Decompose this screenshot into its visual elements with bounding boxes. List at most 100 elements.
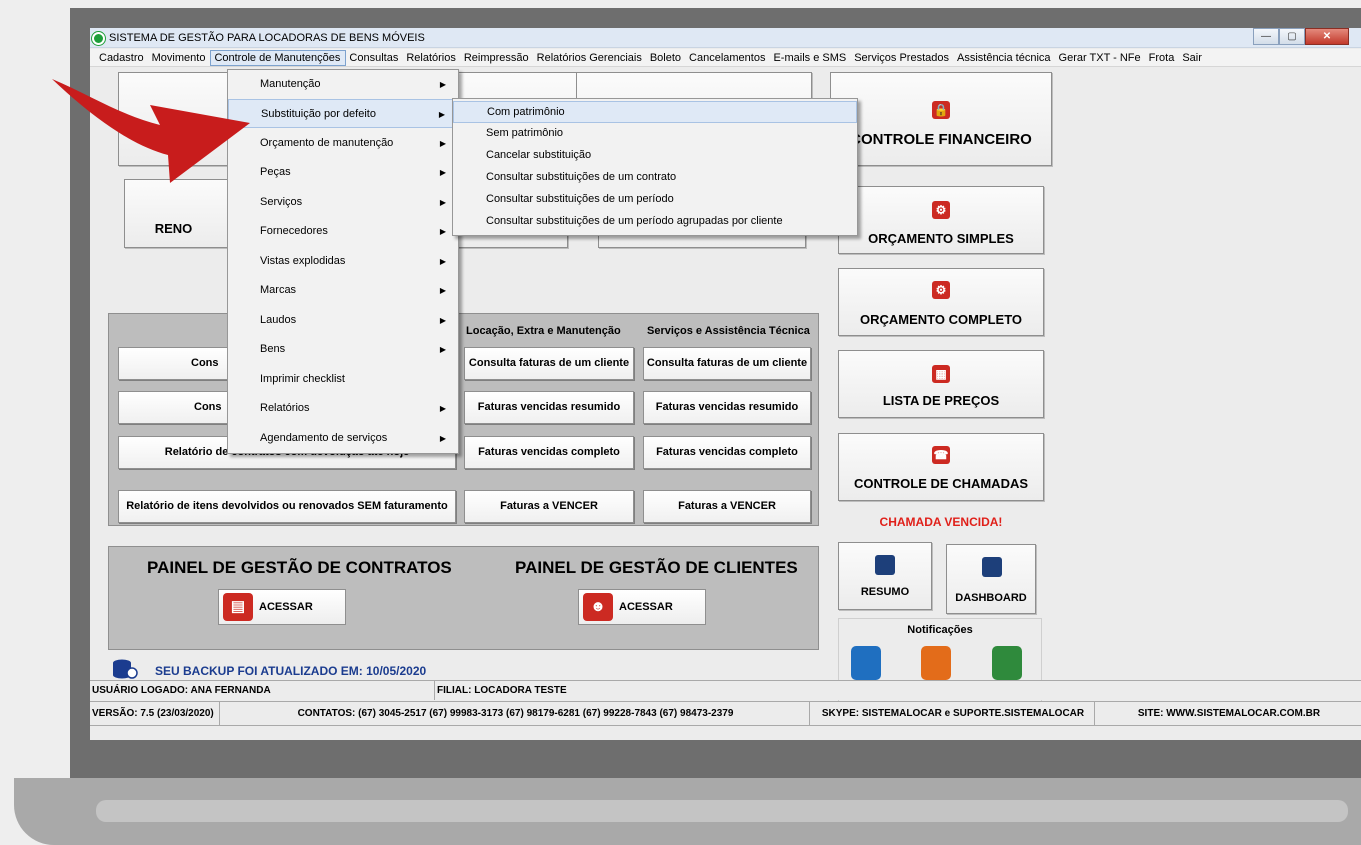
- gear-icon: ⚙: [932, 281, 950, 299]
- sub-consultar-periodo[interactable]: Consultar substituições de um período: [453, 189, 857, 211]
- site: SITE: WWW.SISTEMALOCAR.COM.BR: [1137, 708, 1321, 719]
- menu-frota[interactable]: Frota: [1146, 51, 1180, 65]
- clipboard-icon: [875, 555, 895, 575]
- dd-servicos[interactable]: Serviços ▶: [228, 188, 458, 217]
- phone-icon: ☎: [932, 446, 950, 464]
- lista-precos-label: LISTA DE PREÇOS: [882, 393, 1000, 408]
- menu-controle-manutencoes[interactable]: Controle de Manutenções: [210, 49, 347, 66]
- menu-consultas[interactable]: Consultas: [346, 51, 403, 65]
- submenu-arrow-icon: ▶: [439, 227, 446, 236]
- consulta-faturas-cliente-servicos-button[interactable]: Consulta faturas de um cliente: [643, 347, 811, 380]
- database-icon: [113, 659, 138, 679]
- dd-orcamento-manutencao[interactable]: Orçamento de manutenção ▶: [228, 129, 458, 158]
- gestao-clientes-title: PAINEL DE GESTÃO DE CLIENTES: [515, 558, 798, 577]
- resumo-button[interactable]: RESUMO: [838, 542, 932, 610]
- menu-cancelamentos[interactable]: Cancelamentos: [686, 51, 770, 65]
- dd-substituicao-label: Substituição por defeito: [261, 108, 376, 120]
- acessar-contratos-label: ACESSAR: [259, 601, 313, 613]
- controle-chamadas-label: CONTROLE DE CHAMADAS: [853, 476, 1029, 491]
- app-icon: [92, 32, 105, 45]
- dd-agendamento-label: Agendamento de serviços: [260, 432, 388, 444]
- dd-fornecedores[interactable]: Fornecedores ▶: [228, 217, 458, 246]
- reports-panel: Locação, Extra e Manutenção Serviços e A…: [108, 313, 819, 526]
- submenu-arrow-icon: ▶: [439, 404, 446, 413]
- relatorio-itens-devolvidos-button[interactable]: Relatório de itens devolvidos ou renovad…: [118, 490, 456, 523]
- sub-consultar-periodo-cliente[interactable]: Consultar substituições de um período ag…: [453, 211, 857, 233]
- submenu-arrow-icon: ▶: [439, 80, 446, 89]
- submenu-arrow-icon: ▶: [439, 345, 446, 354]
- faturas-vencidas-completo-servicos-button[interactable]: Faturas vencidas completo: [643, 436, 811, 469]
- menu-movimento[interactable]: Movimento: [149, 51, 211, 65]
- controle-financeiro-label: CONTROLE FINANCEIRO: [850, 131, 1032, 148]
- dd-bens[interactable]: Bens ▶: [228, 335, 458, 364]
- orcamento-completo-button[interactable]: ⚙ ORÇAMENTO COMPLETO: [838, 268, 1044, 336]
- lock-icon: 🔒: [932, 101, 950, 119]
- sub-sem-patrimonio[interactable]: Sem patrimônio: [453, 123, 857, 145]
- close-button[interactable]: ✕: [1305, 28, 1349, 45]
- dashboard-button[interactable]: DASHBOARD: [946, 544, 1036, 614]
- skype: SKYPE: SISTEMALOCAR e SUPORTE.SISTEMALOC…: [810, 702, 1095, 725]
- col-servicos-heading: Serviços e Assistência Técnica: [647, 325, 810, 337]
- usuario-logado: USUÁRIO LOGADO: ANA FERNANDA: [90, 681, 435, 700]
- dd-pecas[interactable]: Peças ▶: [228, 158, 458, 187]
- dd-agendamento-servicos[interactable]: Agendamento de serviços ▶: [228, 424, 458, 453]
- menu-gerar-txt-nfe[interactable]: Gerar TXT - NFe: [1056, 51, 1146, 65]
- faturas-vencidas-completo-locacao-button[interactable]: Faturas vencidas completo: [464, 436, 634, 469]
- controle-manutencoes-dropdown: Manutenção ▶ Substituição por defeito ▶ Or…: [227, 69, 459, 454]
- dd-imprimir-label: Imprimir checklist: [260, 373, 345, 385]
- faturas-vencidas-resumido-servicos-button[interactable]: Faturas vencidas resumido: [643, 391, 811, 424]
- dd-bens-label: Bens: [260, 343, 286, 355]
- dd-vistas-label: Vistas explodidas: [260, 255, 346, 267]
- status-bar-user: USUÁRIO LOGADO: ANA FERNANDA FILIAL: LOC…: [90, 680, 1361, 700]
- dd-marcas[interactable]: Marcas ▶: [228, 276, 458, 305]
- faturas-vencidas-resumido-locacao-button[interactable]: Faturas vencidas resumido: [464, 391, 634, 424]
- sub-cancelar-substituicao[interactable]: Cancelar substituição: [453, 145, 857, 167]
- orcamento-simples-button[interactable]: ⚙ ORÇAMENTO SIMPLES: [838, 186, 1044, 254]
- faturas-vencer-locacao-button[interactable]: Faturas a VENCER: [464, 490, 634, 523]
- menu-boleto[interactable]: Boleto: [647, 51, 686, 65]
- menu-servicos-prestados[interactable]: Serviços Prestados: [851, 51, 954, 65]
- dd-substituicao-defeito[interactable]: Substituição por defeito ▶: [228, 99, 458, 128]
- orcamento-simples-label: ORÇAMENTO SIMPLES: [868, 231, 1014, 246]
- lista-precos-button[interactable]: ▦ LISTA DE PREÇOS: [838, 350, 1044, 418]
- menu-emails-sms[interactable]: E-mails e SMS: [770, 51, 851, 65]
- contatos: CONTATOS: (67) 3045-2517 (67) 99983-3173…: [220, 702, 810, 725]
- dd-vistas-explodidas[interactable]: Vistas explodidas ▶: [228, 247, 458, 276]
- dd-imprimir-checklist[interactable]: Imprimir checklist: [228, 365, 458, 394]
- filial: FILIAL: LOCADORA TESTE: [437, 685, 567, 696]
- menu-assistencia-tecnica[interactable]: Assistência técnica: [954, 51, 1056, 65]
- dd-manutencao-label: Manutenção: [260, 78, 321, 90]
- acessar-clientes-button[interactable]: ☻ ACESSAR: [578, 589, 706, 625]
- dd-laudos[interactable]: Laudos ▶: [228, 306, 458, 335]
- dd-relatorios[interactable]: Relatórios ▶: [228, 394, 458, 423]
- gestao-panel: PAINEL DE GESTÃO DE CONTRATOS PAINEL DE …: [108, 546, 819, 650]
- menu-relatorios-gerenciais[interactable]: Relatórios Gerenciais: [534, 51, 647, 65]
- controle-chamadas-button[interactable]: ☎ CONTROLE DE CHAMADAS: [838, 433, 1044, 501]
- faturas-vencer-servicos-button[interactable]: Faturas a VENCER: [643, 490, 811, 523]
- substituicao-submenu: Com patrimônio Sem patrimônio Cancelar s…: [452, 98, 858, 236]
- acessar-contratos-button[interactable]: ▤ ACESSAR: [218, 589, 346, 625]
- maximize-button[interactable]: ▢: [1279, 28, 1305, 45]
- menu-sair[interactable]: Sair: [1179, 51, 1207, 65]
- sub-com-patrimonio[interactable]: Com patrimônio: [453, 101, 857, 123]
- dd-servicos-label: Serviços: [260, 196, 303, 208]
- dd-relatorios-label: Relatórios: [260, 402, 310, 414]
- dd-manutencao[interactable]: Manutenção ▶: [228, 70, 458, 99]
- submenu-arrow-icon: ▶: [439, 198, 446, 207]
- consulta-faturas-cliente-locacao-button[interactable]: Consulta faturas de um cliente: [464, 347, 634, 380]
- clients-icon: ☻: [583, 593, 613, 621]
- controle-financeiro-button[interactable]: 🔒 CONTROLE FINANCEIRO: [830, 72, 1052, 166]
- sub-consultar-contrato[interactable]: Consultar substituições de um contrato: [453, 167, 857, 189]
- notificacoes-heading: Notificações: [907, 624, 973, 636]
- submenu-arrow-icon: ▶: [439, 168, 446, 177]
- laptop-slot: [96, 800, 1348, 822]
- minimize-button[interactable]: —: [1253, 28, 1279, 45]
- menu-cadastro[interactable]: Cadastro: [96, 51, 149, 65]
- submenu-arrow-icon: ▶: [439, 434, 446, 443]
- dd-laudos-label: Laudos: [260, 314, 297, 326]
- payment-notification-icon[interactable]: [992, 646, 1022, 680]
- menu-reimpressao[interactable]: Reimpressão: [461, 51, 534, 65]
- invoice-notification-icon[interactable]: [921, 646, 951, 680]
- menu-relatorios[interactable]: Relatórios: [403, 51, 461, 65]
- checklist-notification-icon[interactable]: [851, 646, 881, 680]
